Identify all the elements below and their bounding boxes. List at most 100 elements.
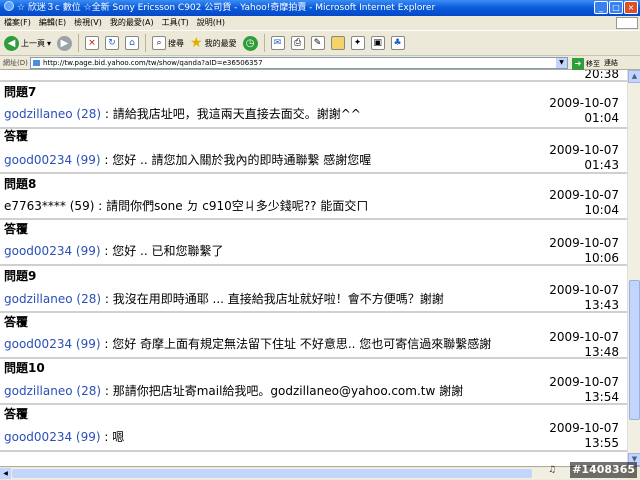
user-rating: (59): [69, 199, 95, 213]
user-rating[interactable]: (99): [76, 244, 101, 258]
time: 13:55: [584, 436, 619, 450]
chevron-down-icon[interactable]: ▼: [556, 58, 567, 68]
search-label: 搜尋: [168, 38, 185, 48]
horizontal-scroll-thumb[interactable]: [12, 469, 532, 478]
address-bar: 網址(D) http://tw.page.bid.yahoo.com/tw/sh…: [0, 56, 640, 70]
user-link[interactable]: good00234: [4, 337, 72, 351]
date: 2009-10-07: [549, 330, 619, 344]
address-url: http://tw.page.bid.yahoo.com/tw/show/qan…: [43, 59, 263, 67]
scroll-up-icon[interactable]: ▲: [628, 70, 640, 83]
date: 2009-10-07: [549, 143, 619, 157]
user-rating[interactable]: (99): [76, 430, 101, 444]
message-text: : 那請你把店址寄mail給我吧。godzillaneo@yahoo.com.t…: [101, 384, 464, 398]
search-icon: ⌕: [152, 36, 167, 50]
folder-icon[interactable]: [330, 36, 345, 50]
menu-view[interactable]: 檢視(V): [74, 16, 102, 30]
maximize-button[interactable]: □: [609, 1, 623, 14]
message-text: : 我沒在用即時通耶 ... 直接給我店址就好啦！會不方便嗎？謝謝: [101, 292, 444, 306]
user-link[interactable]: good00234: [4, 153, 72, 167]
message-text: : 請給我店址吧，我這兩天直接去面交。謝謝^^: [101, 107, 361, 121]
timestamp: 2009-10-07 10:06: [549, 236, 619, 266]
user-link[interactable]: godzillaneo: [4, 384, 73, 398]
window-controls: _ □ ×: [594, 1, 638, 14]
back-arrow-icon: ◀: [4, 35, 19, 51]
forward-button[interactable]: ▶: [57, 35, 73, 51]
divider: [0, 172, 627, 174]
tool-icon[interactable]: ▣: [370, 36, 385, 50]
windows-logo-icon: [616, 17, 638, 29]
stop-icon[interactable]: ×: [85, 36, 100, 50]
history-icon[interactable]: ◷: [242, 35, 258, 51]
date: 2009-10-07: [549, 375, 619, 389]
user-link[interactable]: godzillaneo: [4, 107, 73, 121]
user-rating[interactable]: (99): [76, 153, 101, 167]
mail-icon[interactable]: ✉: [270, 36, 285, 50]
back-button[interactable]: ◀ 上一頁 ▾: [4, 35, 52, 51]
toolbar-divider: [145, 34, 147, 52]
question-message: godzillaneo (28) : 請給我店址吧，我這兩天直接去面交。謝謝^^: [4, 105, 361, 122]
favorites-button[interactable]: ★ 我的最愛: [190, 36, 237, 50]
answer-label: 答覆: [4, 315, 29, 329]
refresh-icon[interactable]: ↻: [105, 36, 120, 50]
scroll-left-icon[interactable]: ◀: [0, 468, 11, 479]
toolbar-divider: [263, 34, 265, 52]
menu-edit[interactable]: 編輯(E): [39, 16, 66, 30]
divider: [0, 450, 627, 452]
scroll-thumb[interactable]: [629, 280, 640, 420]
user-rating[interactable]: (28): [76, 107, 101, 121]
menu-favorites[interactable]: 我的最愛(A): [110, 16, 154, 30]
home-icon[interactable]: ⌂: [125, 36, 140, 50]
user-rating[interactable]: (28): [76, 292, 101, 306]
user-link[interactable]: good00234: [4, 244, 72, 258]
time: 01:04: [584, 111, 619, 125]
user-link[interactable]: godzillaneo: [4, 292, 73, 306]
message-text: : 您好 奇摩上面有規定無法留下住址 不好意思.. 您也可寄信過來聯繫感謝: [100, 337, 492, 351]
message-text: : 請問你們sone ㄉ c910空ㄐ多少錢呢?? 能面交ㄇ: [94, 199, 369, 213]
menu-file[interactable]: 檔案(F): [4, 16, 31, 30]
window-title: ☆ 欣迷３c 數位 ☆全新 Sony Ericsson C902 公司貨 - Y…: [17, 3, 436, 13]
vertical-scrollbar[interactable]: ▲ ▼: [627, 70, 640, 466]
address-label: 網址(D): [3, 59, 28, 67]
star-icon: ★: [190, 35, 203, 51]
answer-message: good00234 (99) : 您好 .. 請您加入關於我內的即時通聯繫 感謝…: [4, 151, 371, 168]
bell-icon: ♫: [548, 465, 557, 475]
search-button[interactable]: ⌕ 搜尋: [152, 36, 184, 50]
go-arrow-icon: ➔: [572, 58, 584, 70]
minimize-button[interactable]: _: [594, 1, 608, 14]
links-button[interactable]: 連結: [604, 56, 618, 70]
date: 2009-10-07: [549, 283, 619, 297]
timestamp: 2009-10-07 01:04: [549, 96, 619, 126]
people-icon[interactable]: ♣: [390, 36, 405, 50]
print-icon[interactable]: ⎙: [290, 36, 305, 50]
menu-help[interactable]: 說明(H): [197, 16, 225, 30]
timestamp: 2009-10-07 13:55: [549, 421, 619, 451]
user-rating[interactable]: (99): [76, 337, 101, 351]
timestamp: 2009-10-07 13:43: [549, 283, 619, 313]
user-rating[interactable]: (28): [76, 384, 101, 398]
divider: [0, 127, 627, 129]
divider: [0, 403, 627, 405]
timestamp: 2009-10-07 13:48: [549, 330, 619, 360]
close-button[interactable]: ×: [624, 1, 638, 14]
address-input[interactable]: http://tw.page.bid.yahoo.com/tw/show/qan…: [30, 57, 568, 69]
timestamp: 2009-10-07 13:54: [549, 375, 619, 405]
messenger-icon[interactable]: ✦: [350, 36, 365, 50]
menu-bar: 檔案(F) 編輯(E) 檢視(V) 我的最愛(A) 工具(T) 說明(H): [0, 16, 640, 30]
divider: [0, 311, 627, 313]
answer-message: good00234 (99) : 您好 奇摩上面有規定無法留下住址 不好意思..…: [4, 335, 491, 352]
message-text: : 您好 .. 已和您聯繫了: [100, 244, 224, 258]
back-label: 上一頁: [21, 38, 45, 48]
question-message: godzillaneo (28) : 那請你把店址寄mail給我吧。godzil…: [4, 382, 463, 399]
user-link[interactable]: good00234: [4, 430, 72, 444]
toolbar-divider: [78, 34, 80, 52]
menu-tools[interactable]: 工具(T): [162, 16, 189, 30]
question-message: godzillaneo (28) : 我沒在用即時通耶 ... 直接給我店址就好…: [4, 290, 444, 307]
horizontal-scrollbar[interactable]: ◀: [0, 468, 627, 479]
go-button[interactable]: ➔ 移至: [572, 57, 600, 71]
question-label: 問題8: [4, 177, 37, 191]
divider: [0, 218, 627, 220]
chevron-down-icon: ▾: [47, 38, 52, 48]
question-label: 問題10: [4, 361, 45, 375]
edit-icon[interactable]: ✎: [310, 36, 325, 50]
answer-message: good00234 (99) : 嗯: [4, 428, 124, 445]
